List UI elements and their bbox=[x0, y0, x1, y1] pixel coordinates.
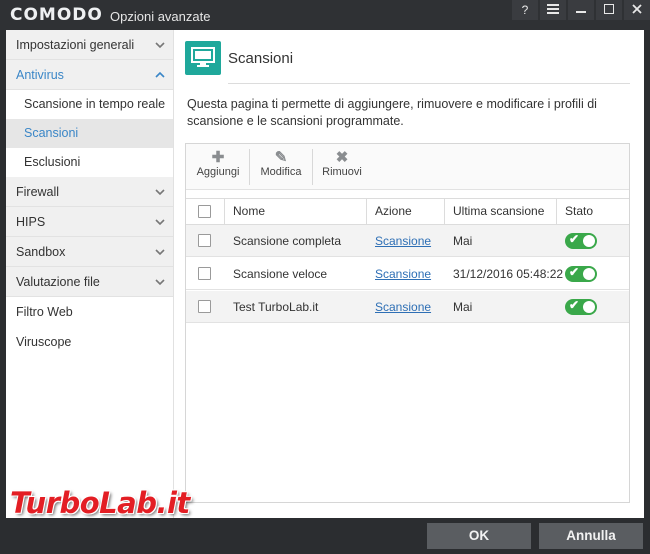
sidebar-subitem-esclusioni[interactable]: Esclusioni bbox=[6, 148, 173, 177]
table-row[interactable]: Test TurboLab.it Scansione Mai ✔ bbox=[186, 291, 629, 323]
sidebar-item-firewall[interactable]: Firewall bbox=[6, 177, 173, 207]
footer-bar: OK Annulla bbox=[0, 518, 650, 554]
checkmark-icon: ✔ bbox=[569, 265, 580, 279]
select-all-checkbox[interactable] bbox=[198, 205, 211, 218]
edit-label: Modifica bbox=[260, 166, 302, 178]
sidebar-item-label: HIPS bbox=[16, 215, 46, 229]
window-subtitle: Opzioni avanzate bbox=[110, 9, 211, 24]
main-content: Scansioni Questa pagina ti permette di a… bbox=[174, 30, 644, 518]
status-toggle[interactable]: ✔ bbox=[565, 232, 597, 249]
sidebar-item-label: Sandbox bbox=[16, 245, 66, 259]
row-name: Scansione completa bbox=[233, 234, 342, 248]
pencil-icon: ✎ bbox=[274, 149, 288, 166]
sidebar-item-viruscope[interactable]: Viruscope bbox=[6, 327, 173, 357]
sidebar-item-hips[interactable]: HIPS bbox=[6, 207, 173, 237]
row-checkbox[interactable] bbox=[198, 267, 211, 280]
chevron-down-icon bbox=[155, 219, 165, 226]
title-bar: COMODO Opzioni avanzate ? bbox=[0, 0, 650, 30]
app-brand: COMODO bbox=[10, 5, 103, 25]
monitor-icon bbox=[185, 41, 221, 75]
row-action-link[interactable]: Scansione bbox=[375, 258, 431, 290]
sidebar-item-label: Impostazioni generali bbox=[16, 38, 135, 52]
checkmark-icon: ✔ bbox=[569, 232, 580, 246]
window-controls: ? bbox=[510, 0, 650, 20]
ok-button[interactable]: OK bbox=[427, 523, 531, 549]
cancel-button[interactable]: Annulla bbox=[539, 523, 643, 549]
column-header-stato[interactable]: Stato bbox=[556, 199, 629, 224]
row-last-scan: 31/12/2016 05:48:22 bbox=[453, 267, 564, 281]
toolbar-divider bbox=[312, 149, 313, 185]
status-toggle[interactable]: ✔ bbox=[565, 298, 597, 315]
sidebar-item-label: Antivirus bbox=[16, 68, 64, 82]
checkmark-icon: ✔ bbox=[569, 298, 580, 312]
sidebar-subitem-scansione-tempo-reale[interactable]: Scansione in tempo reale bbox=[6, 90, 173, 119]
row-name: Test TurboLab.it bbox=[233, 300, 319, 314]
watermark-logo: TurboLab.it bbox=[10, 486, 190, 520]
toggle-knob bbox=[583, 301, 595, 313]
row-action-link[interactable]: Scansione bbox=[375, 291, 431, 323]
maximize-icon[interactable] bbox=[596, 0, 622, 20]
sidebar: Impostazioni generali Antivirus Scansion… bbox=[6, 30, 174, 518]
sidebar-subitem-scansioni[interactable]: Scansioni bbox=[6, 119, 173, 148]
column-header-ultima-scansione[interactable]: Ultima scansione bbox=[444, 199, 556, 224]
column-header-nome[interactable]: Nome bbox=[224, 199, 366, 224]
toggle-knob bbox=[583, 235, 595, 247]
remove-button[interactable]: ✖ Rimuovi bbox=[322, 150, 362, 186]
add-label: Aggiungi bbox=[196, 166, 240, 178]
row-checkbox[interactable] bbox=[198, 234, 211, 247]
row-last-scan: Mai bbox=[453, 300, 473, 314]
column-header-azione[interactable]: Azione bbox=[366, 199, 444, 224]
close-icon[interactable] bbox=[624, 0, 650, 20]
minimize-icon[interactable] bbox=[568, 0, 594, 20]
sidebar-item-antivirus[interactable]: Antivirus bbox=[6, 60, 173, 90]
remove-label: Rimuovi bbox=[322, 166, 362, 178]
page-title: Scansioni bbox=[228, 50, 294, 67]
chevron-down-icon bbox=[155, 249, 165, 256]
row-last-scan: Mai bbox=[453, 234, 473, 248]
scans-panel: ✚ Aggiungi ✎ Modifica ✖ Rimuovi Nome Azi… bbox=[185, 143, 630, 503]
row-action-link[interactable]: Scansione bbox=[375, 225, 431, 257]
toolbar-divider bbox=[249, 149, 250, 185]
plus-icon: ✚ bbox=[211, 149, 225, 166]
page-description: Questa pagina ti permette di aggiungere,… bbox=[187, 97, 597, 128]
chevron-up-icon bbox=[155, 71, 165, 78]
table-row[interactable]: Scansione veloce Scansione 31/12/2016 05… bbox=[186, 258, 629, 290]
sidebar-item-filtro-web[interactable]: Filtro Web bbox=[6, 297, 173, 327]
chevron-down-icon bbox=[155, 279, 165, 286]
sidebar-item-sandbox[interactable]: Sandbox bbox=[6, 237, 173, 267]
row-name: Scansione veloce bbox=[233, 267, 328, 281]
help-button[interactable]: ? bbox=[512, 0, 538, 20]
chevron-down-icon bbox=[155, 42, 165, 49]
row-checkbox[interactable] bbox=[198, 300, 211, 313]
sidebar-item-label: Firewall bbox=[16, 185, 60, 199]
table-header: Nome Azione Ultima scansione Stato bbox=[186, 198, 629, 225]
edit-button[interactable]: ✎ Modifica bbox=[258, 150, 304, 186]
menu-icon[interactable] bbox=[540, 0, 566, 20]
sidebar-item-valutazione-file[interactable]: Valutazione file bbox=[6, 267, 173, 297]
sidebar-item-impostazioni-generali[interactable]: Impostazioni generali bbox=[6, 30, 173, 60]
add-button[interactable]: ✚ Aggiungi bbox=[196, 150, 240, 186]
toolbar: ✚ Aggiungi ✎ Modifica ✖ Rimuovi bbox=[186, 144, 629, 190]
status-toggle[interactable]: ✔ bbox=[565, 265, 597, 282]
title-divider bbox=[228, 83, 630, 84]
select-all-cell bbox=[186, 199, 224, 224]
table-row[interactable]: Scansione completa Scansione Mai ✔ bbox=[186, 225, 629, 257]
x-icon: ✖ bbox=[335, 149, 349, 166]
chevron-down-icon bbox=[155, 189, 165, 196]
toggle-knob bbox=[583, 268, 595, 280]
sidebar-item-label: Valutazione file bbox=[16, 275, 100, 289]
